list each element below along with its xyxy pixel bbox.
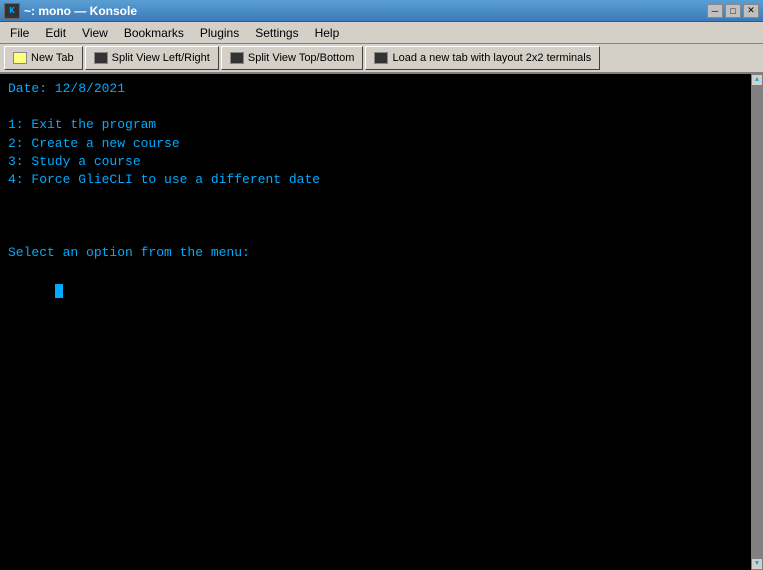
date-line: Date: 12/8/2021 (8, 80, 743, 98)
menu-file[interactable]: File (2, 24, 37, 42)
new-tab-label: New Tab (31, 52, 74, 64)
minimize-button[interactable]: ─ (707, 4, 723, 18)
layout-2x2-button[interactable]: Load a new tab with layout 2x2 terminals (365, 46, 600, 70)
menu-edit[interactable]: Edit (37, 24, 74, 42)
blank-line-4 (8, 226, 743, 244)
window-title: ~: mono — Konsole (24, 4, 137, 18)
new-tab-button[interactable]: New Tab (4, 46, 83, 70)
prompt-line: Select an option from the menu: (8, 244, 743, 262)
menu-plugins[interactable]: Plugins (192, 24, 247, 42)
layout-label: Load a new tab with layout 2x2 terminals (392, 52, 591, 64)
new-tab-icon (13, 52, 27, 64)
split-lr-icon (94, 52, 108, 64)
menu-bookmarks[interactable]: Bookmarks (116, 24, 192, 42)
scroll-up-button[interactable]: ▲ (751, 74, 763, 86)
close-button[interactable]: ✕ (743, 4, 759, 18)
terminal-content: Date: 12/8/2021 1: Exit the program 2: C… (0, 74, 751, 570)
app-icon: K (4, 3, 20, 19)
scroll-down-button[interactable]: ▼ (751, 558, 763, 570)
title-bar: K ~: mono — Konsole ─ □ ✕ (0, 0, 763, 22)
menu-settings[interactable]: Settings (247, 24, 306, 42)
menu-item-2: 2: Create a new course (8, 135, 743, 153)
window-controls: ─ □ ✕ (707, 4, 759, 18)
toolbar: New Tab Split View Left/Right Split View… (0, 44, 763, 74)
maximize-button[interactable]: □ (725, 4, 741, 18)
scroll-track[interactable] (751, 86, 763, 558)
terminal: Date: 12/8/2021 1: Exit the program 2: C… (0, 74, 763, 570)
menu-item-4: 4: Force GlieCLI to use a different date (8, 171, 743, 189)
split-tb-icon (230, 52, 244, 64)
scrollbar[interactable]: ▲ ▼ (751, 74, 763, 570)
menu-view[interactable]: View (74, 24, 116, 42)
blank-line-3 (8, 207, 743, 225)
layout-icon (374, 52, 388, 64)
menu-item-1: 1: Exit the program (8, 116, 743, 134)
split-tb-label: Split View Top/Bottom (248, 52, 355, 64)
input-line[interactable] (8, 262, 743, 317)
menu-bar: File Edit View Bookmarks Plugins Setting… (0, 22, 763, 44)
terminal-cursor (55, 284, 63, 298)
menu-item-3: 3: Study a course (8, 153, 743, 171)
split-view-lr-button[interactable]: Split View Left/Right (85, 46, 219, 70)
blank-line-1 (8, 98, 743, 116)
menu-help[interactable]: Help (307, 24, 348, 42)
title-bar-left: K ~: mono — Konsole (4, 3, 137, 19)
split-lr-label: Split View Left/Right (112, 52, 210, 64)
split-view-tb-button[interactable]: Split View Top/Bottom (221, 46, 364, 70)
blank-line-2 (8, 189, 743, 207)
